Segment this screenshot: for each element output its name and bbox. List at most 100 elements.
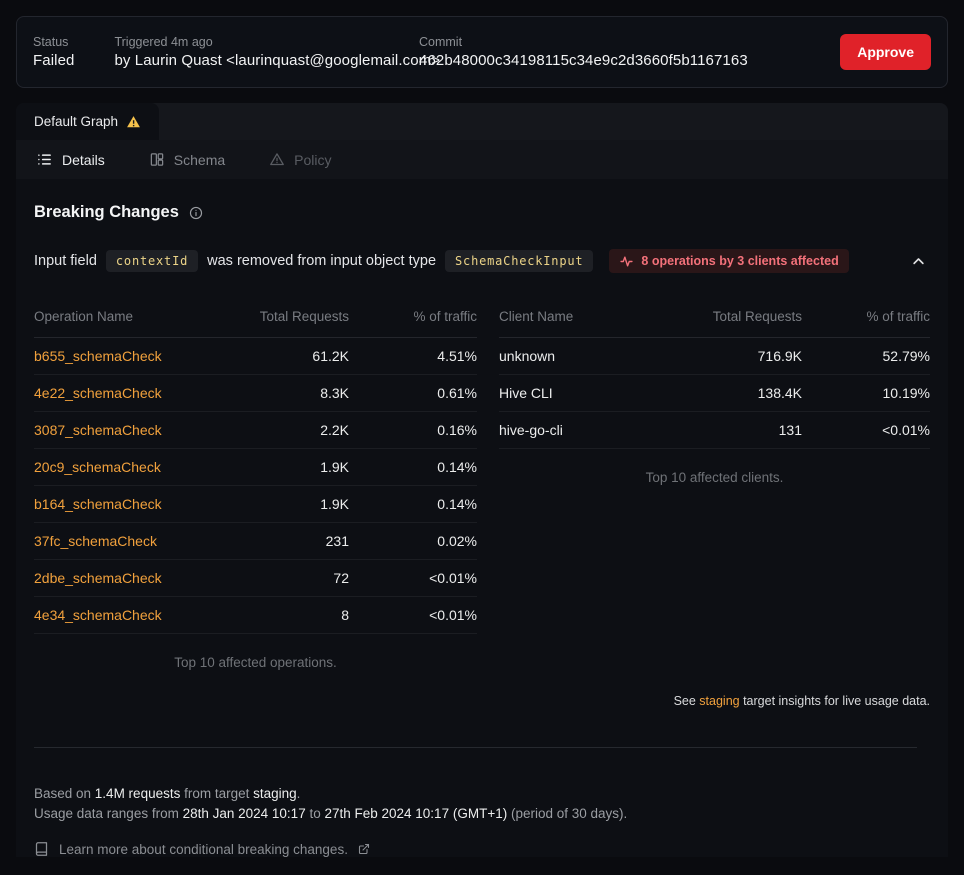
from-target-text: from target: [180, 786, 253, 801]
table-row: 37fc_schemaCheck 231 0.02%: [34, 523, 477, 560]
commit-value: 462b48000c34198115c34e9c2d3660f5b1167163: [419, 52, 748, 69]
usage-footer: Based on 1.4M requests from target stagi…: [34, 784, 930, 824]
learn-more-link[interactable]: Learn more about conditional breaking ch…: [34, 841, 930, 857]
status-value: Failed: [33, 52, 74, 69]
section-title: Breaking Changes: [34, 203, 179, 222]
requests-value: 138.4K: [667, 385, 802, 401]
change-description: Input field contextId was removed from i…: [34, 249, 849, 273]
traffic-value: <0.01%: [349, 570, 477, 586]
type-code-pill: SchemaCheckInput: [445, 250, 593, 272]
clients-table: Client Name Total Requests % of traffic …: [499, 309, 930, 670]
client-name: unknown: [499, 348, 667, 364]
operations-table-header: Operation Name Total Requests % of traff…: [34, 309, 477, 338]
breaking-change-row[interactable]: Input field contextId was removed from i…: [34, 249, 930, 273]
operation-link[interactable]: b164_schemaCheck: [34, 496, 162, 512]
field-code-pill: contextId: [106, 250, 198, 272]
triggered-column: Triggered 4m ago by Laurin Quast <laurin…: [114, 35, 440, 69]
col-traffic: % of traffic: [802, 309, 930, 324]
approve-button[interactable]: Approve: [840, 34, 931, 70]
affected-badge: 8 operations by 3 clients affected: [609, 249, 848, 273]
requests-value: 131: [667, 422, 802, 438]
requests-value: 231: [214, 533, 349, 549]
traffic-value: 52.79%: [802, 348, 930, 364]
commit-label: Commit: [419, 35, 748, 49]
insights-note: See staging target insights for live usa…: [34, 694, 930, 708]
list-icon: [36, 152, 53, 167]
traffic-value: <0.01%: [349, 607, 477, 623]
commit-column: Commit 462b48000c34198115c34e9c2d3660f5b…: [419, 35, 748, 69]
external-link-icon: [358, 843, 370, 855]
col-total-requests: Total Requests: [214, 309, 349, 324]
clients-table-note: Top 10 affected clients.: [499, 470, 930, 485]
requests-value: 2.2K: [214, 422, 349, 438]
operation-link[interactable]: 20c9_schemaCheck: [34, 459, 161, 475]
graph-tabstrip: Default Graph: [16, 103, 948, 140]
operation-link[interactable]: 3087_schemaCheck: [34, 422, 162, 438]
operation-link[interactable]: 4e22_schemaCheck: [34, 385, 162, 401]
requests-value: 8: [214, 607, 349, 623]
operation-link[interactable]: b655_schemaCheck: [34, 348, 162, 364]
tab-details-label: Details: [62, 152, 105, 168]
change-middle: was removed from input object type: [207, 253, 436, 269]
operations-table: Operation Name Total Requests % of traff…: [34, 309, 477, 670]
based-on-line: Based on 1.4M requests from target stagi…: [34, 784, 930, 804]
triggered-label: Triggered 4m ago: [114, 35, 440, 49]
graph-warning-icon: [126, 115, 141, 129]
usage-prefix: Usage data ranges from: [34, 806, 183, 821]
traffic-value: <0.01%: [802, 422, 930, 438]
tab-schema[interactable]: Schema: [149, 152, 225, 168]
table-row: b655_schemaCheck 61.2K 4.51%: [34, 338, 477, 375]
insights-prefix: See: [674, 694, 700, 708]
traffic-value: 0.61%: [349, 385, 477, 401]
info-icon[interactable]: [189, 206, 203, 220]
col-total-requests: Total Requests: [667, 309, 802, 324]
section-divider: [34, 747, 917, 748]
chevron-up-icon[interactable]: [907, 250, 930, 273]
check-nav: Details Schema Policy: [16, 140, 948, 179]
operation-link[interactable]: 37fc_schemaCheck: [34, 533, 157, 549]
schema-icon: [149, 152, 165, 167]
usage-suffix: (period of 30 days).: [507, 806, 627, 821]
operation-link[interactable]: 2dbe_schemaCheck: [34, 570, 162, 586]
operations-table-note: Top 10 affected operations.: [34, 655, 477, 670]
requests-value: 1.9K: [214, 496, 349, 512]
col-traffic: % of traffic: [349, 309, 477, 324]
col-client-name: Client Name: [499, 309, 667, 324]
table-row: 4e22_schemaCheck 8.3K 0.61%: [34, 375, 477, 412]
usage-range-line: Usage data ranges from 28th Jan 2024 10:…: [34, 804, 930, 824]
table-row: Hive CLI 138.4K 10.19%: [499, 375, 930, 412]
date-to: 27th Feb 2024 10:17 (GMT+1): [324, 806, 507, 821]
requests-value: 8.3K: [214, 385, 349, 401]
tab-default-graph[interactable]: Default Graph: [16, 103, 159, 140]
col-operation-name: Operation Name: [34, 309, 214, 324]
traffic-value: 0.02%: [349, 533, 477, 549]
requests-value: 1.9K: [214, 459, 349, 475]
tab-details[interactable]: Details: [36, 152, 105, 168]
requests-value: 72: [214, 570, 349, 586]
insights-suffix: target insights for live usage data.: [740, 694, 930, 708]
staging-target-link[interactable]: staging: [699, 694, 739, 708]
based-prefix: Based on: [34, 786, 95, 801]
table-row: unknown 716.9K 52.79%: [499, 338, 930, 375]
activity-icon: [619, 255, 634, 268]
tab-policy[interactable]: Policy: [269, 152, 331, 168]
operation-link[interactable]: 4e34_schemaCheck: [34, 607, 162, 623]
table-row: hive-go-cli 131 <0.01%: [499, 412, 930, 449]
book-icon: [34, 841, 49, 857]
traffic-value: 0.16%: [349, 422, 477, 438]
triggered-by: by Laurin Quast <laurinquast@googlemail.…: [114, 52, 440, 69]
affected-badge-label: 8 operations by 3 clients affected: [641, 254, 838, 268]
check-header: Status Failed Triggered 4m ago by Laurin…: [16, 16, 948, 88]
table-row: 20c9_schemaCheck 1.9K 0.14%: [34, 449, 477, 486]
date-from: 28th Jan 2024 10:17: [183, 806, 306, 821]
requests-total: 1.4M requests: [95, 786, 181, 801]
client-name: Hive CLI: [499, 385, 667, 401]
status-column: Status Failed: [33, 35, 74, 69]
tab-schema-label: Schema: [174, 152, 225, 168]
traffic-value: 0.14%: [349, 459, 477, 475]
table-row: 3087_schemaCheck 2.2K 0.16%: [34, 412, 477, 449]
traffic-value: 4.51%: [349, 348, 477, 364]
requests-value: 61.2K: [214, 348, 349, 364]
traffic-value: 10.19%: [802, 385, 930, 401]
graph-tab-label: Default Graph: [34, 114, 118, 129]
